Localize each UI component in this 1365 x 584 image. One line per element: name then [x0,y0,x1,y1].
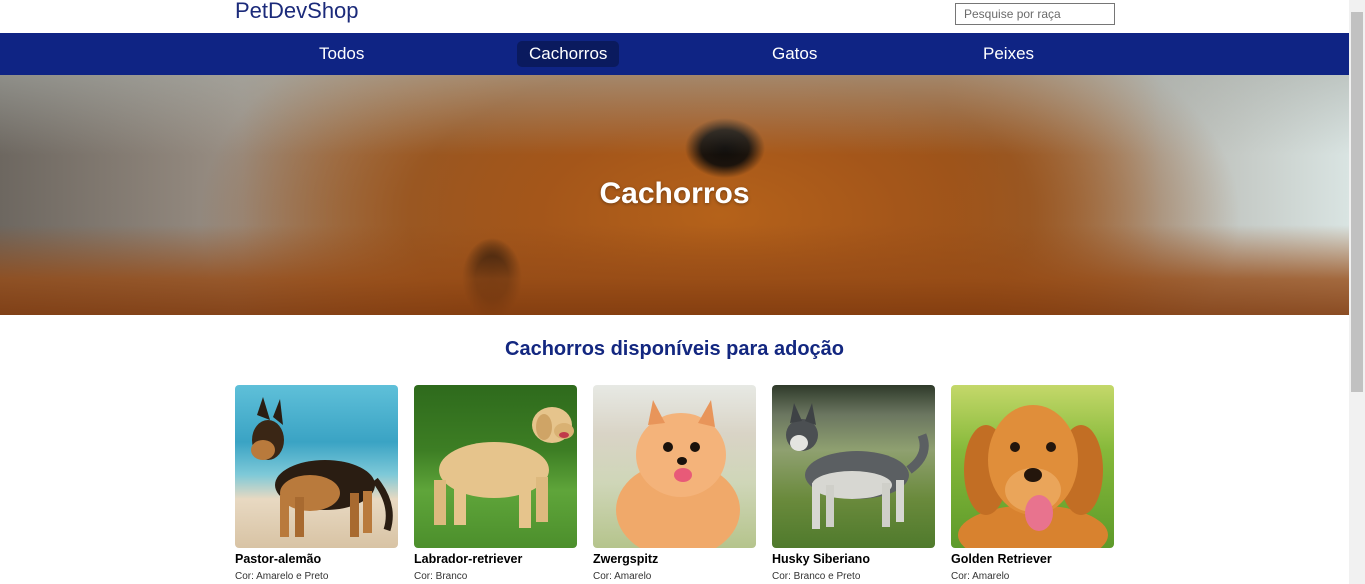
pomeranian-illustration [616,400,740,548]
dog-card-labrador[interactable]: Labrador-retriever Cor: Branco [414,385,577,582]
dog-photo[interactable] [414,385,577,548]
dog-card-husky[interactable]: Husky Siberiano Cor: Branco e Preto [772,385,935,582]
search-input[interactable] [955,3,1115,25]
nav-item-cachorros[interactable]: Cachorros [517,41,620,67]
vertical-scrollbar[interactable] [1349,0,1365,584]
golden-retriever-illustration [958,405,1108,548]
main-nav: Todos Cachorros Gatos Peixes [0,33,1349,75]
dog-card-name: Zwergspitz [593,552,659,566]
hero-banner: Cachorros [0,75,1349,315]
nav-item-peixes[interactable]: Peixes [971,41,1046,67]
labrador-illustration [434,407,574,528]
dog-photo[interactable] [593,385,756,548]
german-shepherd-illustration [251,397,393,537]
site-logo[interactable]: PetDevShop [235,0,359,24]
dog-card-name: Pastor-alemão [235,552,322,566]
page: PetDevShop Todos Cachorros Gatos Peixes … [0,0,1349,584]
dog-card-golden[interactable]: Golden Retriever Cor: Amarelo [951,385,1114,582]
dog-card-name: Labrador-retriever [414,552,523,566]
dog-card-name: Husky Siberiano [772,552,870,566]
dog-card-pastor-alemao[interactable]: Pastor-alemão Cor: Amarelo e Preto [235,385,398,582]
dog-card-color: Cor: Amarelo [951,571,1010,582]
dog-card-color: Cor: Amarelo e Preto [235,571,329,582]
dog-card-name: Golden Retriever [951,552,1052,566]
hero-dog-fur [0,225,1349,315]
dog-card-color: Cor: Branco [414,571,468,582]
dog-card-color: Cor: Amarelo [593,571,652,582]
header: PetDevShop [0,0,1349,33]
section-title: Cachorros disponíveis para adoção [505,338,844,360]
hero-background-shade [0,75,1349,155]
husky-illustration [786,403,929,529]
dog-photo[interactable] [951,385,1114,548]
dog-card-color: Cor: Branco e Preto [772,571,861,582]
dog-card-zwergspitz[interactable]: Zwergspitz Cor: Amarelo [593,385,756,582]
nav-item-todos[interactable]: Todos [307,41,376,67]
dog-photo[interactable] [235,385,398,548]
dog-photo[interactable] [772,385,935,548]
hero-title: Cachorros [599,177,750,210]
nav-item-gatos[interactable]: Gatos [760,41,829,67]
scrollbar-thumb[interactable] [1351,12,1363,392]
